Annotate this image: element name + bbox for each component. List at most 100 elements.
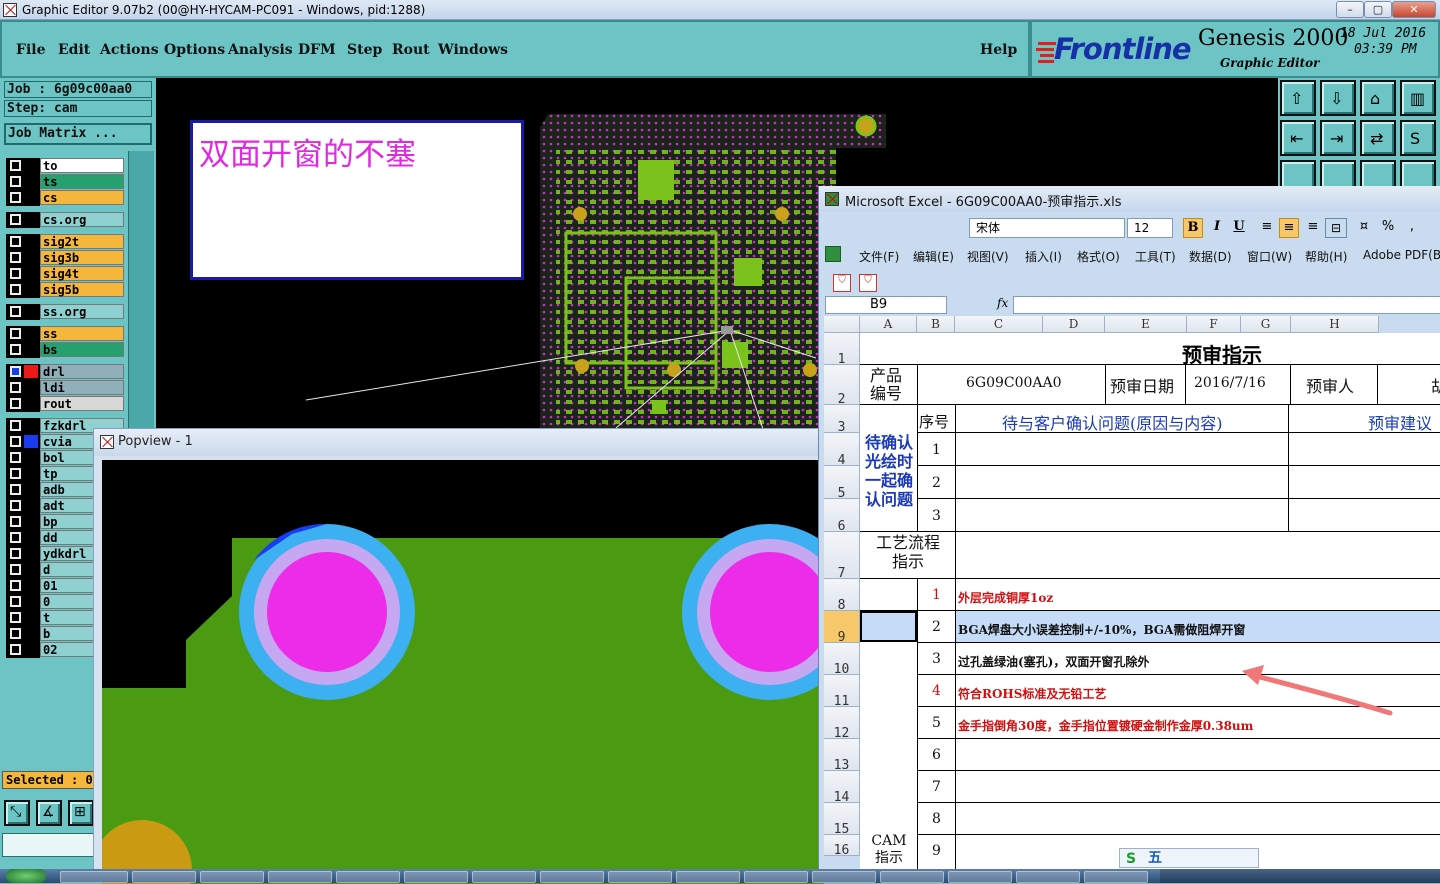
menu-file[interactable]: File (16, 42, 45, 58)
select-all-corner[interactable] (824, 316, 860, 333)
align-left-icon[interactable]: ≡ (1257, 218, 1277, 238)
layer-color-swatch[interactable] (24, 365, 38, 378)
taskbar-item-16[interactable] (1084, 871, 1148, 883)
layer-checkbox[interactable] (10, 192, 21, 203)
row-header[interactable]: 7 (824, 532, 860, 581)
layer-checkbox[interactable] (10, 160, 21, 171)
ime-toolbar[interactable]: 五 S (1119, 848, 1259, 868)
taskbar-item-3[interactable] (200, 871, 264, 883)
taskbar-item-9[interactable] (608, 871, 672, 883)
taskbar-item-2[interactable] (132, 871, 196, 883)
ime-mode[interactable]: 五 (1148, 850, 1162, 866)
layer-checkbox[interactable] (10, 344, 21, 355)
layer-checkbox[interactable] (10, 436, 21, 447)
comma-icon[interactable]: , (1401, 218, 1423, 238)
layer-color-swatch[interactable] (24, 419, 38, 432)
column-header[interactable]: E (1105, 316, 1187, 333)
layer-checkbox[interactable] (10, 564, 21, 575)
taskbar-item-5[interactable] (336, 871, 400, 883)
layer-up-icon[interactable]: ⇧ (1280, 80, 1316, 116)
layer-color-swatch[interactable] (24, 499, 38, 512)
layer-color-swatch[interactable] (24, 397, 38, 410)
pdf-mail-icon[interactable]: ⛉ (859, 274, 877, 292)
excel-menu-item[interactable]: 窗口(W) (1247, 248, 1292, 265)
close-button[interactable]: ✕ (1392, 1, 1436, 18)
merge-center-icon[interactable]: ⊟ (1325, 218, 1347, 238)
window-split-icon[interactable]: ▥ (1400, 80, 1436, 116)
bold-button[interactable]: B (1183, 218, 1203, 238)
layer-checkbox[interactable] (10, 284, 21, 295)
layer-checkbox[interactable] (10, 612, 21, 623)
currency-icon[interactable]: ¤ (1353, 218, 1375, 238)
column-header[interactable]: B (917, 316, 955, 333)
layer-color-swatch[interactable] (24, 213, 38, 226)
row-header[interactable]: 8 (824, 579, 860, 613)
layer-checkbox[interactable] (10, 532, 21, 543)
layer-checkbox[interactable] (10, 548, 21, 559)
layer-name[interactable]: sig5b (40, 282, 124, 297)
name-box[interactable]: B9 (825, 296, 947, 314)
layer-checkbox[interactable] (10, 628, 21, 639)
layer-row-ts[interactable]: ts (6, 174, 124, 190)
excel-menu-item[interactable]: 数据(D) (1189, 248, 1232, 265)
layer-name[interactable]: cs (40, 190, 124, 205)
menu-dfm[interactable]: DFM (298, 42, 336, 58)
layer-row-cs-org[interactable]: cs.org (6, 212, 124, 228)
excel-menu-item[interactable]: 格式(O) (1077, 248, 1120, 265)
layer-color-swatch[interactable] (24, 531, 38, 544)
layer-row-ss[interactable]: ss (6, 326, 124, 342)
column-header[interactable]: H (1291, 316, 1379, 333)
row-header[interactable]: 4 (824, 433, 860, 468)
formula-input[interactable] (1013, 296, 1440, 314)
home-view-icon[interactable]: ⌂ (1360, 80, 1396, 116)
row-header[interactable]: 6 (824, 499, 860, 534)
layer-color-swatch[interactable] (24, 611, 38, 624)
active-cell-b9[interactable] (860, 611, 917, 642)
row-header[interactable]: 15 (824, 803, 860, 837)
layer-row-rout[interactable]: rout (6, 396, 124, 412)
column-header[interactable]: C (955, 316, 1043, 333)
taskbar-item-14[interactable] (948, 871, 1012, 883)
taskbar-item-12[interactable] (812, 871, 876, 883)
excel-menu-item[interactable]: 插入(I) (1025, 248, 1062, 265)
menu-actions[interactable]: Actions (100, 42, 159, 58)
taskbar-item-7[interactable] (472, 871, 536, 883)
layer-row-cs[interactable]: cs (6, 190, 124, 206)
layer-name[interactable]: sig3b (40, 250, 124, 265)
layer-color-swatch[interactable] (24, 563, 38, 576)
row-header[interactable]: 14 (824, 771, 860, 805)
underline-button[interactable]: U (1229, 218, 1249, 238)
layer-name[interactable]: bs (40, 342, 124, 357)
layer-color-swatch[interactable] (24, 235, 38, 248)
row-header[interactable]: 2 (824, 365, 860, 407)
layer-color-swatch[interactable] (24, 191, 38, 204)
excel-menu-item[interactable]: 帮助(H) (1305, 248, 1347, 265)
taskbar-item-8[interactable] (540, 871, 604, 883)
menu-windows[interactable]: Windows (438, 42, 508, 58)
italic-button[interactable]: I (1207, 218, 1227, 238)
layer-color-swatch[interactable] (24, 267, 38, 280)
layer-color-swatch[interactable] (24, 159, 38, 172)
layer-name[interactable]: ts (40, 174, 124, 189)
layer-color-swatch[interactable] (24, 175, 38, 188)
minimize-button[interactable]: – (1336, 1, 1364, 18)
popview-canvas[interactable] (102, 460, 824, 884)
layer-row-ldi[interactable]: ldi (6, 380, 124, 396)
layer-checkbox[interactable] (10, 382, 21, 393)
layer-checkbox[interactable] (10, 328, 21, 339)
layer-color-swatch[interactable] (24, 595, 38, 608)
layer-checkbox[interactable] (10, 214, 21, 225)
menu-step[interactable]: Step (347, 42, 382, 58)
row-header[interactable]: 11 (824, 675, 860, 709)
layer-color-swatch[interactable] (24, 435, 38, 448)
layer-checkbox[interactable] (10, 596, 21, 607)
row-header[interactable]: 16 (824, 835, 860, 858)
layer-down-icon[interactable]: ⇩ (1320, 80, 1356, 116)
layer-color-swatch[interactable] (24, 515, 38, 528)
layer-color-swatch[interactable] (24, 251, 38, 264)
maximize-button[interactable]: ▢ (1364, 1, 1392, 18)
menu-options[interactable]: Options (164, 42, 225, 58)
row-header[interactable]: 5 (824, 466, 860, 501)
layer-color-swatch[interactable] (24, 305, 38, 318)
route-icon[interactable]: S (1400, 120, 1436, 156)
